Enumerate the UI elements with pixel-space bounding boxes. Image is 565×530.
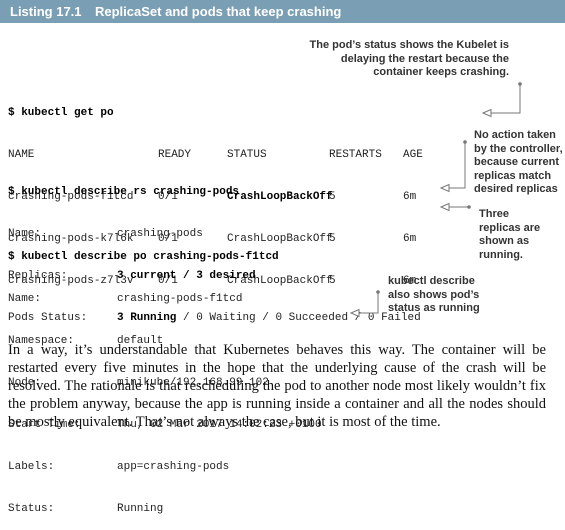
field-value: Running [117,503,164,515]
callout-dot [376,290,380,294]
arrowhead-icon [481,108,492,118]
callout-dot [518,82,522,86]
field-value: app=crashing-pods [117,461,230,473]
callout-line-no-action [448,142,466,189]
po-field-row: Status: Running [8,502,322,516]
arrowhead-icon [439,183,450,193]
body-paragraph: In a way, it’s understandable that Kuber… [8,342,546,430]
callout-dot [463,140,467,144]
arrowhead-icon [439,202,450,212]
arrowhead-icon [349,308,360,318]
callout-line-describe [358,292,379,314]
field-label: Status: [8,503,55,515]
po-field-row: Labels: app=crashing-pods [8,460,322,474]
callout-line-kubelet [490,84,521,114]
callout-dot [467,205,471,209]
field-label: Labels: [8,461,55,473]
